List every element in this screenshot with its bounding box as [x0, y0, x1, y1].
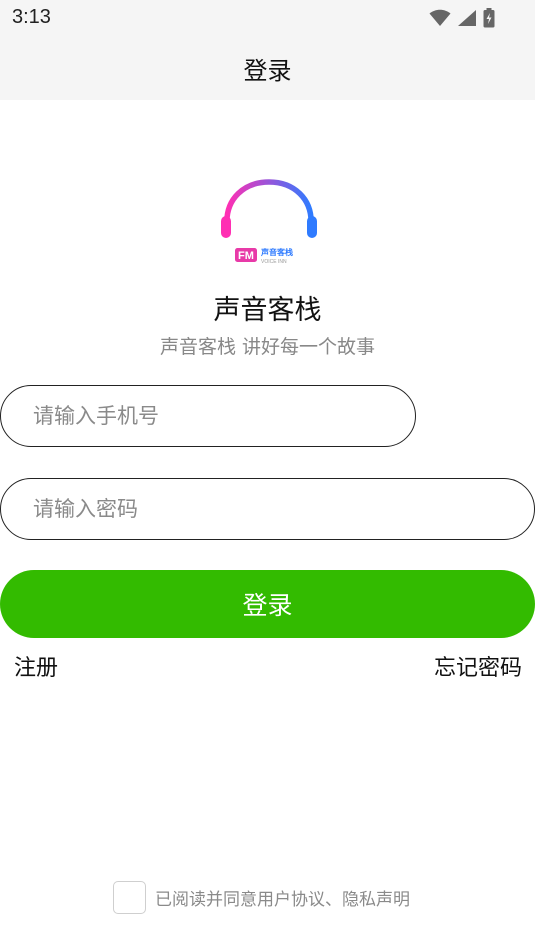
login-button[interactable]: 登录	[0, 570, 535, 638]
status-icons	[429, 8, 495, 28]
password-field[interactable]	[0, 478, 535, 540]
app-name: 声音客栈	[213, 295, 322, 326]
logo-brand-subtext: VOICE INN	[261, 259, 287, 265]
cellular-signal-icon	[458, 10, 476, 26]
app-slogan: 声音客栈 讲好每一个故事	[159, 336, 376, 358]
title-bar: 登录	[0, 36, 535, 100]
phone-input[interactable]	[31, 403, 415, 429]
wifi-icon	[429, 9, 451, 26]
agreement-row: 已阅读并同意用户协议、隐私声明	[113, 879, 410, 915]
battery-charging-icon	[483, 8, 495, 28]
logo-badge-text: FM	[238, 250, 254, 262]
agreement-text[interactable]: 已阅读并同意用户协议、隐私声明	[155, 885, 410, 910]
register-link[interactable]: 注册	[14, 650, 58, 682]
login-screen: 3:13 登录 FM 声音客栈 VOICE INN 声音客栈 声音客栈 讲好每一…	[0, 0, 535, 951]
phone-field[interactable]	[0, 385, 416, 447]
page-title: 登录	[243, 56, 292, 85]
forgot-password-link[interactable]: 忘记密码	[434, 650, 522, 682]
status-time: 3:13	[12, 6, 51, 28]
app-logo: FM 声音客栈 VOICE INN	[221, 179, 317, 265]
logo-brand-text: 声音客栈	[260, 247, 293, 257]
agree-checkbox[interactable]	[113, 880, 146, 914]
status-bar: 3:13	[0, 0, 535, 36]
password-input[interactable]	[31, 496, 534, 522]
